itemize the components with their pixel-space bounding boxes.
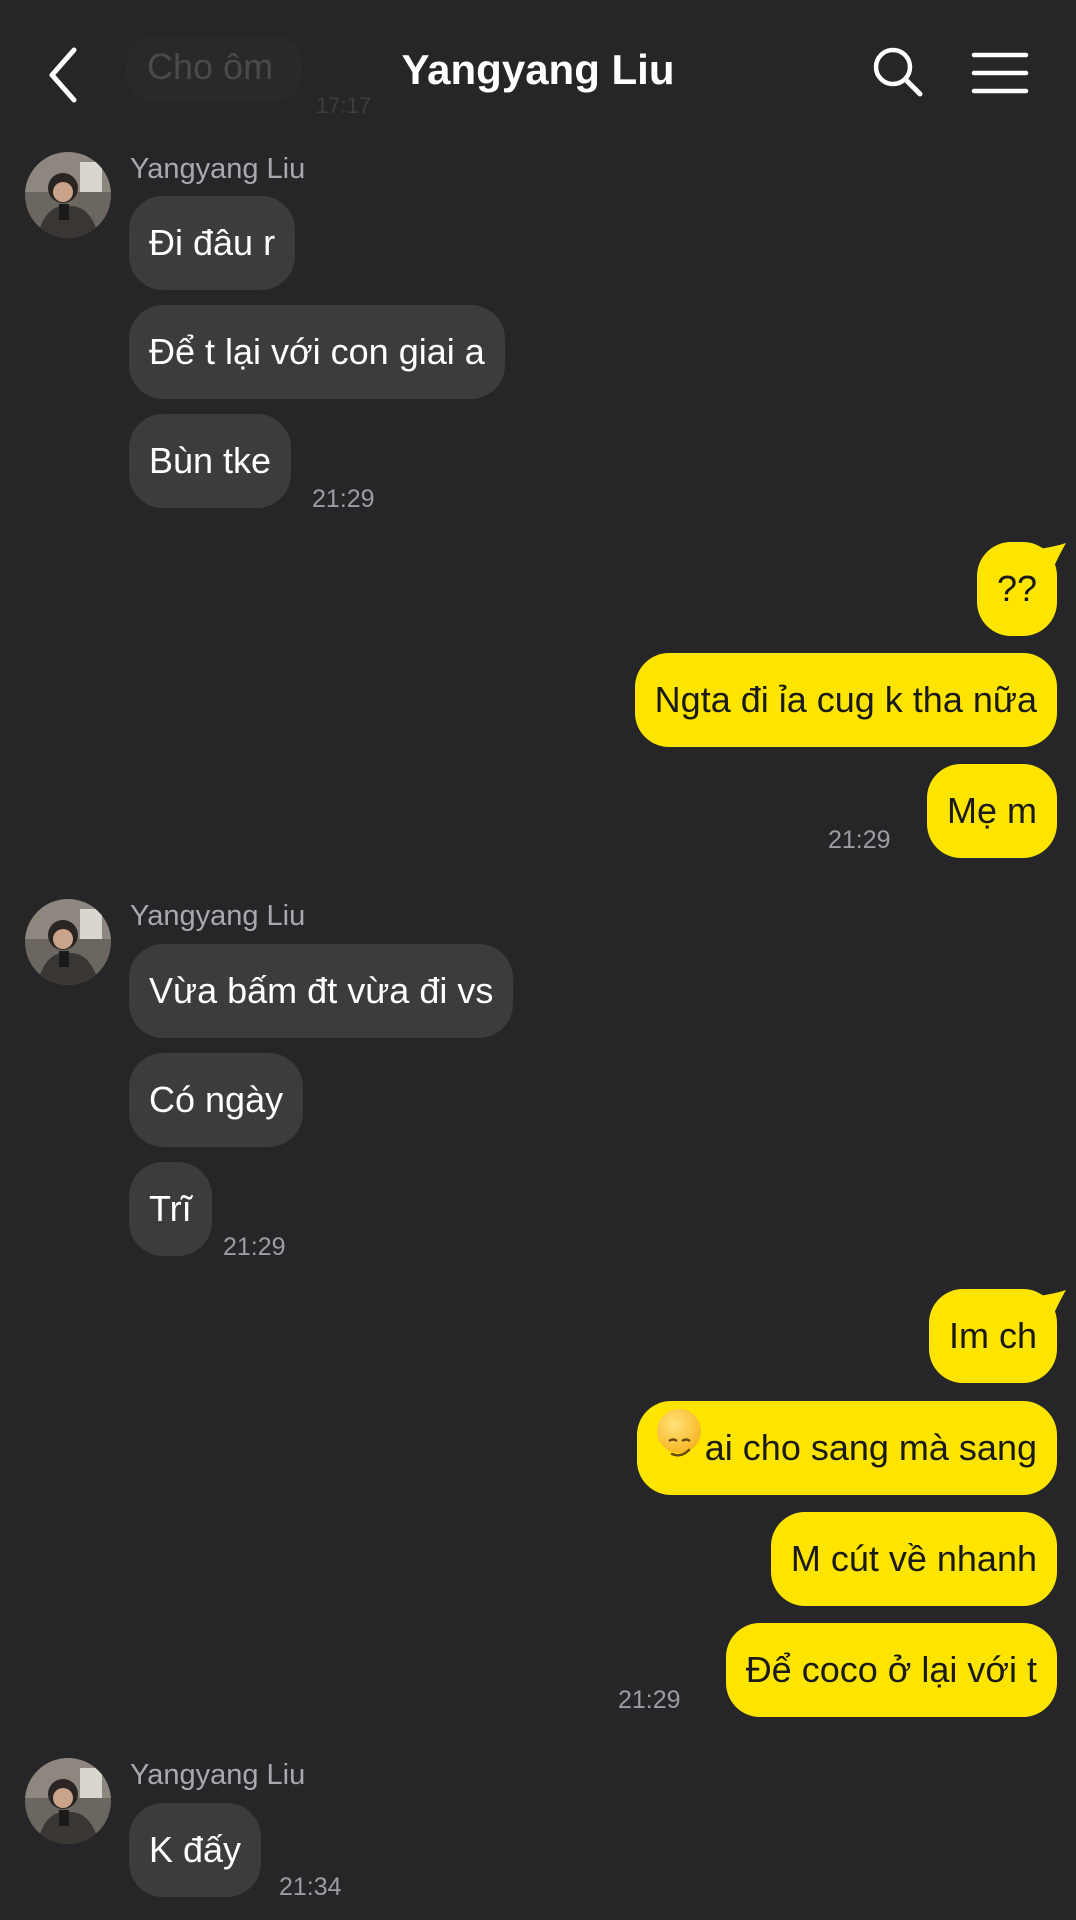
incoming-message-bubble[interactable]: Để t lại với con giai a (129, 305, 505, 399)
message-time: 21:34 (279, 1873, 342, 1901)
outgoing-message-bubble[interactable]: ai cho sang mà sang (636, 1401, 1057, 1495)
message-time: 21:29 (223, 1233, 286, 1261)
message-text: ai cho sang mà sang (704, 1427, 1037, 1468)
message-time: 21:29 (828, 826, 891, 854)
bubble-tail (1038, 543, 1066, 571)
incoming-message-bubble[interactable]: Bùn tke (129, 414, 292, 508)
outgoing-message-bubble[interactable]: Để coco ở lại với t (725, 1623, 1057, 1717)
incoming-message-bubble[interactable]: Trĩ (129, 1162, 212, 1256)
sender-name: Yangyang Liu (130, 900, 306, 932)
avatar[interactable] (25, 152, 111, 238)
hamburger-menu-icon (971, 52, 1029, 94)
smirking-face-icon (656, 1409, 701, 1457)
menu-button[interactable] (970, 50, 1030, 96)
sender-name: Yangyang Liu (130, 153, 306, 185)
bubble-tail (1038, 1290, 1066, 1318)
incoming-message-bubble[interactable]: Có ngày (129, 1053, 304, 1147)
outgoing-message-bubble[interactable]: M cút về nhanh (770, 1512, 1057, 1606)
message-time: 21:29 (618, 1686, 681, 1714)
outgoing-message-bubble[interactable]: Mẹ m (927, 764, 1057, 858)
search-icon (873, 47, 923, 97)
sender-name: Yangyang Liu (130, 1759, 306, 1791)
message-time: 21:29 (312, 485, 375, 513)
incoming-message-bubble[interactable]: K đấy (129, 1803, 262, 1897)
outgoing-message-bubble[interactable]: Ngta đi ỉa cug k tha nữa (634, 653, 1057, 747)
avatar[interactable] (25, 1758, 111, 1844)
previous-message-time: 17:17 (316, 93, 372, 118)
avatar[interactable] (25, 899, 111, 985)
search-button[interactable] (870, 44, 926, 100)
incoming-message-bubble[interactable]: Vừa bấm đt vừa đi vs (129, 944, 514, 1038)
incoming-message-bubble[interactable]: Đi đâu r (129, 196, 296, 290)
